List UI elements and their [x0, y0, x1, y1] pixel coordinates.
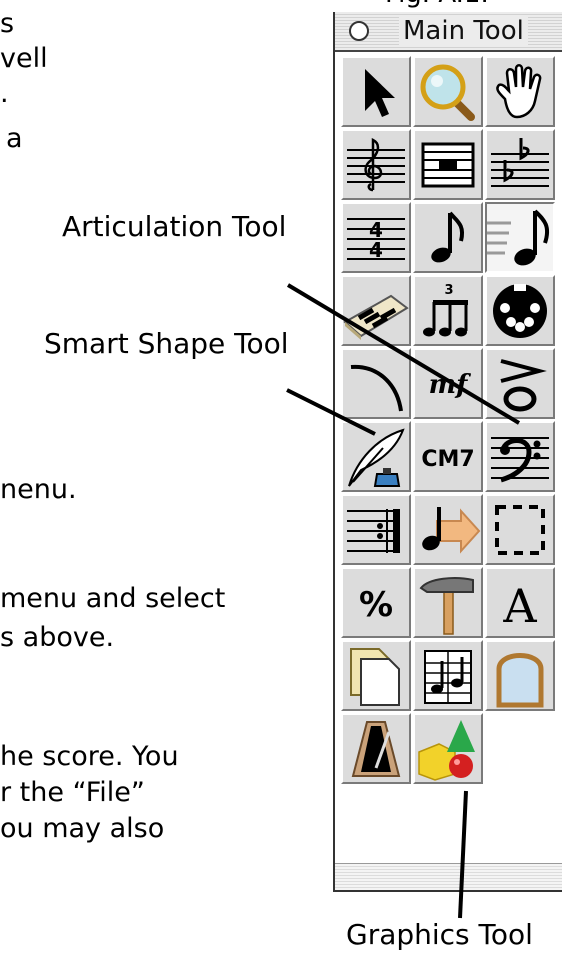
articulation-pointer-line [286, 283, 521, 425]
callout-lines [286, 283, 521, 919]
smart-shape-pointer-line [286, 388, 376, 436]
graphics-pointer-line [458, 790, 468, 919]
